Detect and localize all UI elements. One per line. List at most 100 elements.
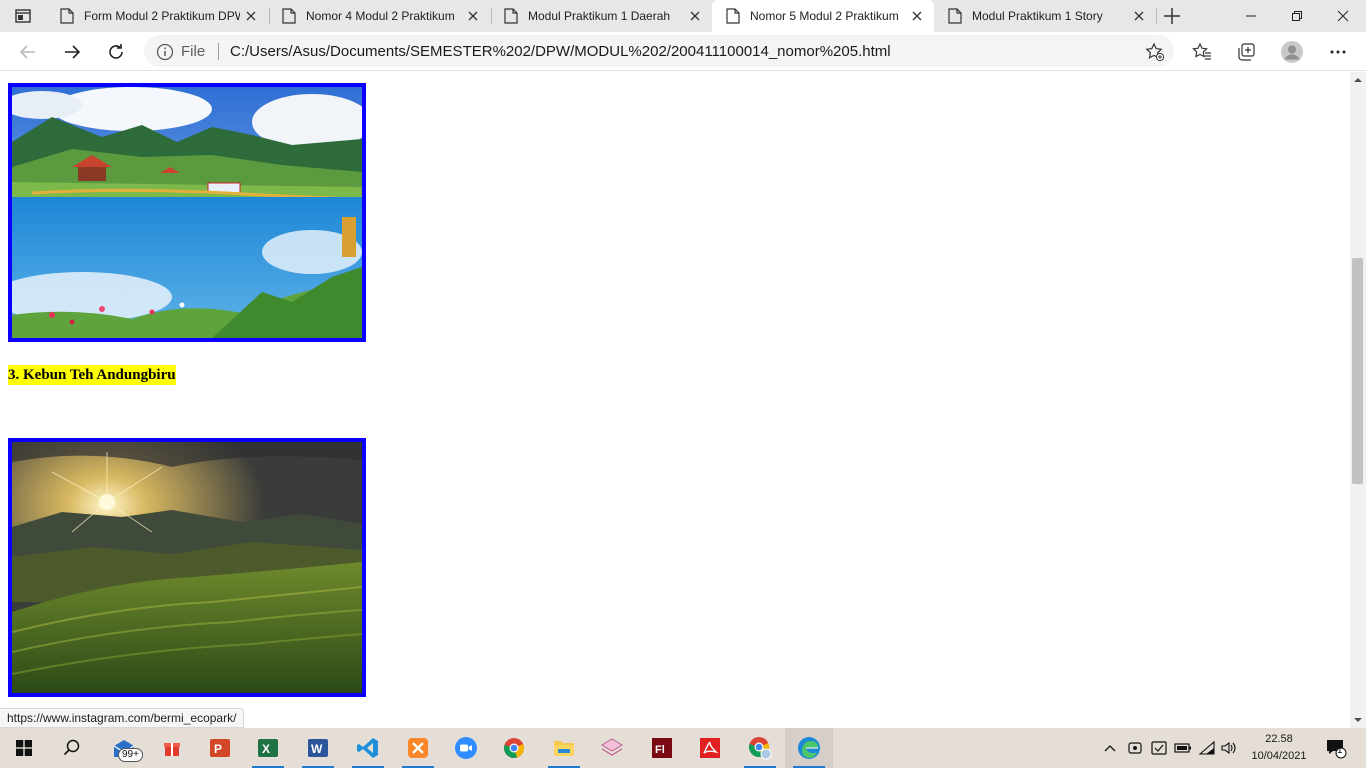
collections-icon <box>1238 43 1255 61</box>
taskbar-chrome-profile[interactable] <box>736 728 784 768</box>
show-hidden-icons[interactable] <box>1100 728 1120 768</box>
taskbar-gift[interactable] <box>148 728 196 768</box>
meet-now-icon <box>1128 742 1142 754</box>
favorites-button[interactable] <box>1190 40 1214 64</box>
taskbar-chrome[interactable] <box>490 728 538 768</box>
volume-icon <box>1221 741 1236 755</box>
link-status-bar: https://www.instagram.com/bermi_ecopark/ <box>0 708 245 728</box>
collections-button[interactable] <box>1234 40 1258 64</box>
taskbar-app-layers[interactable] <box>588 728 636 768</box>
tab-actions-icon <box>15 9 31 23</box>
lake-image <box>12 87 362 338</box>
forward-icon <box>65 45 81 59</box>
taskbar-clock[interactable]: 22.58 10/04/2021 <box>1244 731 1314 765</box>
browser-toolbar: File C:/Users/Asus/Documents/SEMESTER%20… <box>0 32 1366 71</box>
restore-button[interactable] <box>1274 0 1320 32</box>
vscode-icon <box>357 738 378 758</box>
taskbar-edge[interactable] <box>785 728 833 768</box>
taskbar-word[interactable]: W <box>294 728 342 768</box>
chevron-up-icon <box>1104 745 1116 752</box>
more-icon <box>1330 50 1346 54</box>
svg-text:P: P <box>214 742 222 756</box>
page-icon <box>948 8 962 24</box>
zoom-icon <box>455 737 477 759</box>
notification-center-button[interactable]: 1 <box>1318 728 1354 768</box>
plus-icon <box>1164 8 1180 24</box>
forward-button[interactable] <box>60 40 84 64</box>
profile-button[interactable] <box>1280 40 1304 64</box>
wifi-icon <box>1198 740 1215 755</box>
page-icon <box>60 8 74 24</box>
close-icon[interactable] <box>1132 9 1146 23</box>
url-text[interactable]: C:/Users/Asus/Documents/SEMESTER%202/DPW… <box>230 43 891 60</box>
tray-meet[interactable] <box>1124 728 1146 768</box>
taskbar-flash[interactable]: Fl <box>638 728 686 768</box>
flash-icon: Fl <box>652 738 672 758</box>
tab-nomor-5[interactable]: Nomor 5 Modul 2 Praktikum <box>712 0 934 32</box>
address-divider <box>218 43 219 60</box>
tab-title: Modul Praktikum 1 Daerah <box>528 9 671 23</box>
taskbar-xampp[interactable] <box>394 728 442 768</box>
tray-battery[interactable] <box>1172 728 1194 768</box>
taskbar-zoom[interactable] <box>442 728 490 768</box>
new-tab-button[interactable] <box>1160 5 1184 27</box>
svg-text:W: W <box>311 742 323 756</box>
tray-app[interactable] <box>1148 728 1170 768</box>
close-icon[interactable] <box>244 9 258 23</box>
tab-modul-1-story[interactable]: Modul Praktikum 1 Story <box>934 0 1156 32</box>
close-icon[interactable] <box>688 9 702 23</box>
tea-plantation-image <box>12 442 362 693</box>
restore-icon <box>1292 11 1302 21</box>
page-icon <box>282 8 296 24</box>
scroll-thumb[interactable] <box>1352 258 1363 484</box>
acrobat-icon <box>700 738 720 758</box>
tray-wifi[interactable] <box>1196 728 1218 768</box>
notification-count: 1 <box>1337 745 1343 756</box>
add-favorite-icon[interactable] <box>1144 41 1166 63</box>
tab-modul-1-daerah[interactable]: Modul Praktikum 1 Daerah <box>490 0 712 32</box>
vertical-scrollbar[interactable] <box>1350 72 1366 728</box>
minimize-button[interactable] <box>1228 0 1274 32</box>
close-icon[interactable] <box>910 9 924 23</box>
taskbar-file-explorer[interactable] <box>540 728 588 768</box>
refresh-button[interactable] <box>104 40 128 64</box>
taskbar-excel[interactable]: X <box>244 728 292 768</box>
tab-divider <box>1156 8 1157 24</box>
refresh-icon <box>109 44 123 59</box>
address-bar[interactable]: File C:/Users/Asus/Documents/SEMESTER%20… <box>144 35 1174 67</box>
windows-start-icon <box>16 740 32 756</box>
tab-title: Nomor 5 Modul 2 Praktikum <box>750 9 899 23</box>
excel-icon: X <box>258 739 278 757</box>
back-button[interactable] <box>16 40 40 64</box>
start-button[interactable] <box>0 728 48 768</box>
taskbar-powerpoint[interactable]: P <box>196 728 244 768</box>
windows-taskbar: 99+ P X W Fl 22.58 10/04/2021 1 <box>0 728 1366 768</box>
scroll-up-icon[interactable] <box>1354 76 1362 84</box>
layers-icon <box>601 738 623 756</box>
gift-icon <box>164 743 180 756</box>
tab-nomor-4[interactable]: Nomor 4 Modul 2 Praktikum <box>268 0 490 32</box>
svg-text:X: X <box>262 742 270 756</box>
close-icon[interactable] <box>466 9 480 23</box>
powerpoint-icon: P <box>210 739 230 757</box>
page-icon <box>504 8 518 24</box>
scroll-down-icon[interactable] <box>1354 716 1362 724</box>
lake-photo[interactable] <box>8 83 366 342</box>
more-button[interactable] <box>1326 40 1350 64</box>
tab-title: Modul Praktikum 1 Story <box>972 9 1103 23</box>
tab-actions-button[interactable] <box>12 6 34 26</box>
search-button[interactable] <box>48 728 96 768</box>
tea-plantation-photo[interactable] <box>8 438 366 697</box>
tab-title: Nomor 4 Modul 2 Praktikum <box>306 9 455 23</box>
taskbar-vscode[interactable] <box>344 728 392 768</box>
xampp-icon <box>408 738 428 758</box>
info-icon[interactable] <box>156 43 174 61</box>
tab-form-modul-2[interactable]: Form Modul 2 Praktikum DPW <box>46 0 268 32</box>
mail-badge: 99+ <box>118 748 143 762</box>
chrome-icon <box>504 738 525 758</box>
tray-volume[interactable] <box>1218 728 1240 768</box>
close-window-button[interactable] <box>1320 0 1366 32</box>
folder-icon <box>554 741 574 756</box>
clock-time: 22.58 <box>1265 733 1293 745</box>
taskbar-acrobat[interactable] <box>686 728 734 768</box>
